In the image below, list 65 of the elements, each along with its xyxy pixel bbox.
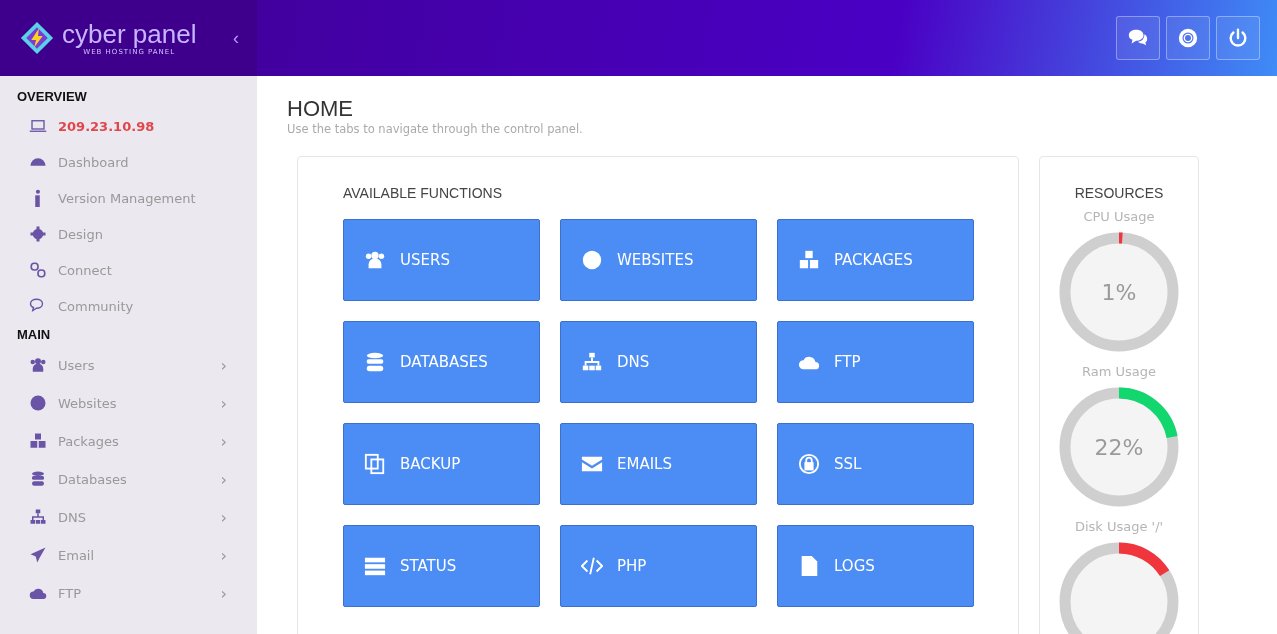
gauge-label: Ram Usage (1082, 364, 1156, 379)
code-icon (581, 555, 603, 577)
sidebar-section-title: OVERVIEW (16, 88, 88, 106)
sidebar-item[interactable]: Community (0, 288, 257, 324)
power-icon (1227, 27, 1249, 49)
gauge-label: CPU Usage (1083, 209, 1155, 224)
page-subtitle: Use the tabs to navigate through the control panel. (287, 122, 584, 136)
database-icon (364, 351, 386, 373)
copy-icon (364, 453, 386, 475)
function-tile[interactable]: DNS (560, 321, 757, 403)
function-tile[interactable]: PACKAGES (777, 219, 974, 301)
card-title: AVAILABLE FUNCTIONS (343, 185, 503, 201)
gauge-reading: 22% (1094, 434, 1144, 460)
sidebar-item[interactable]: Connect (0, 252, 257, 288)
function-tile[interactable]: PHP (560, 525, 757, 607)
page-title: HOME (287, 96, 354, 122)
cubes-icon (798, 249, 820, 271)
lock-icon (798, 453, 820, 475)
sitemap-icon (581, 351, 603, 373)
info-icon (34, 189, 41, 207)
chevron-icon: › (220, 545, 227, 565)
chat-button[interactable] (1116, 16, 1160, 60)
sidebar-item[interactable]: Databases › (0, 460, 257, 498)
function-tile[interactable]: LOGS (777, 525, 974, 607)
sidebar-item[interactable]: DNS › (0, 498, 257, 536)
function-tile[interactable]: SSL (777, 423, 974, 505)
lifebuoy-icon (1177, 27, 1199, 49)
function-tile[interactable]: EMAILS (560, 423, 757, 505)
sidebar-item[interactable]: Websites › (0, 384, 257, 422)
users-icon (364, 249, 386, 271)
sidebar-item[interactable]: Design (0, 216, 257, 252)
sidebar-section-title: MAIN (16, 326, 52, 344)
function-tile[interactable]: USERS (343, 219, 540, 301)
cubes-icon (28, 432, 48, 450)
sidebar-item[interactable]: Version Management (0, 180, 257, 216)
function-tile[interactable]: WEBSITES (560, 219, 757, 301)
chevron-icon: › (220, 431, 227, 451)
sidebar-item[interactable]: Email › (0, 536, 257, 574)
link-icon (28, 261, 48, 279)
plane-icon (28, 546, 48, 564)
card-title: RESOURCES (1074, 185, 1164, 201)
sidebar-item[interactable]: 209.23.10.98 (0, 108, 257, 144)
sidebar-item[interactable]: Dashboard (0, 144, 257, 180)
help-button[interactable] (1166, 16, 1210, 60)
function-tile[interactable]: BACKUP (343, 423, 540, 505)
server-icon (364, 555, 386, 577)
function-tile[interactable]: FTP (777, 321, 974, 403)
collapse-sidebar-button[interactable]: ‹ (229, 25, 243, 51)
function-tile[interactable]: DATABASES (343, 321, 540, 403)
gauge-label: Disk Usage '/' (1074, 519, 1164, 534)
brand-name: cyber panel (62, 20, 197, 48)
sidebar-item[interactable]: Packages › (0, 422, 257, 460)
chevron-icon: › (220, 507, 227, 527)
chevron-icon: › (220, 393, 227, 413)
chevron-icon: › (220, 355, 227, 375)
gauge-reading: 1% (1101, 279, 1137, 305)
sidebar-item[interactable]: FTP › (0, 574, 257, 612)
chevron-icon: › (220, 469, 227, 489)
chevron-icon: › (220, 583, 227, 603)
users-icon (28, 356, 48, 374)
logout-button[interactable] (1216, 16, 1260, 60)
laptop-icon (28, 117, 48, 135)
sidebar-item[interactable]: Users › (0, 346, 257, 384)
function-tile[interactable]: STATUS (343, 525, 540, 607)
sitemap-icon (28, 508, 48, 526)
